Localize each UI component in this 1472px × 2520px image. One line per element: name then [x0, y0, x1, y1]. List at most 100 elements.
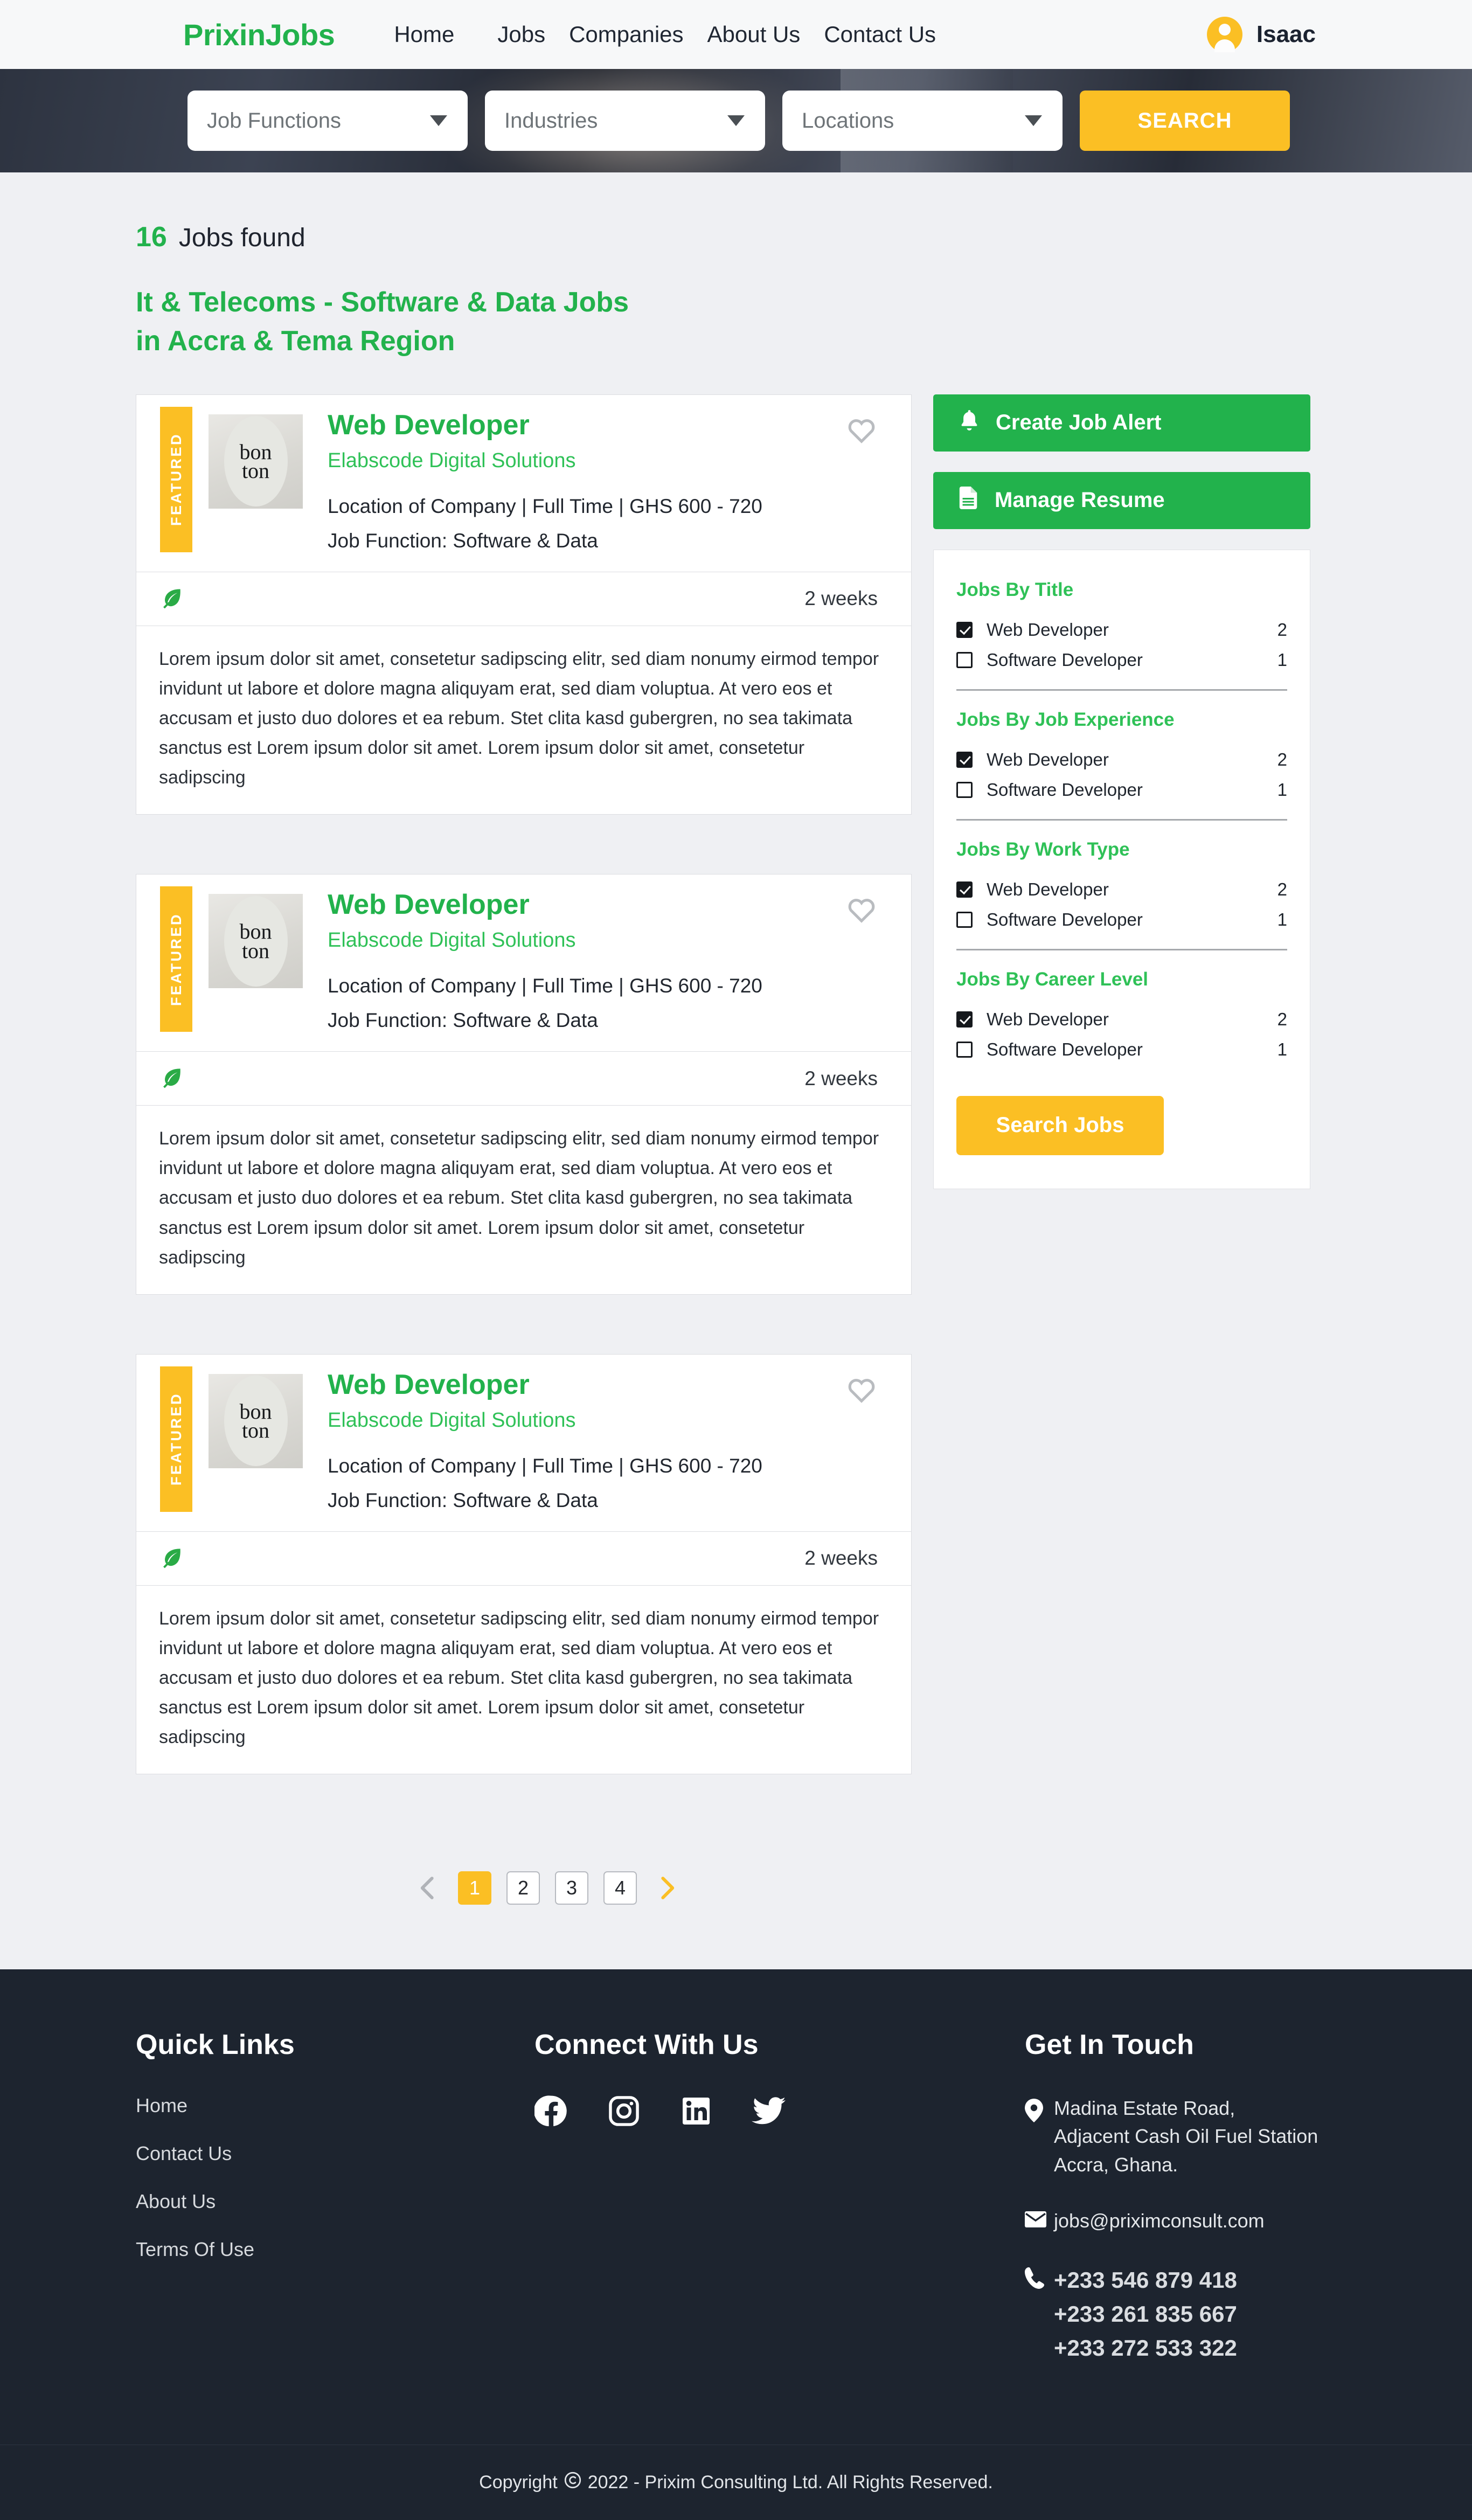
create-job-alert-label: Create Job Alert [996, 411, 1162, 434]
twitter-icon[interactable] [752, 2095, 786, 2129]
filter-option[interactable]: Software Developer 1 [956, 645, 1287, 675]
job-company[interactable]: Elabscode Digital Solutions [328, 929, 911, 952]
footer-get-in-touch: Get In Touch Madina Estate Road, Adjacen… [1025, 2029, 1336, 2393]
user-menu[interactable]: Isaac [1206, 17, 1316, 52]
search-jobs-button[interactable]: Search Jobs [956, 1095, 1164, 1155]
save-job-heart-icon[interactable] [846, 895, 877, 926]
avatar[interactable] [1206, 17, 1242, 52]
footer-email-row[interactable]: jobs@priximconsult.com [1025, 2207, 1336, 2235]
copyright-icon [564, 2472, 581, 2494]
copyright-bar: Copyright 2022 - Prixim Consulting Ltd. … [0, 2444, 1472, 2520]
results-count: 16 [136, 221, 167, 253]
filter-option-label: Software Developer [987, 649, 1143, 670]
job-title[interactable]: Web Developer [328, 889, 911, 920]
job-card[interactable]: FEATURED bon ton Web Developer Elabscode… [136, 874, 912, 1295]
job-title[interactable]: Web Developer [328, 409, 911, 441]
job-title[interactable]: Web Developer [328, 1369, 911, 1400]
phone-icon [1025, 2263, 1054, 2292]
filter-group-jobs-by-work-type: Jobs By Work Type Web Developer 2 Softwa… [956, 839, 1287, 935]
create-job-alert-button[interactable]: Create Job Alert [933, 394, 1310, 452]
checkbox-checked-icon[interactable] [956, 621, 973, 638]
job-card[interactable]: FEATURED bon ton Web Developer Elabscode… [136, 394, 912, 815]
nav-item-home[interactable]: Home [394, 22, 485, 47]
page-button-2[interactable]: 2 [506, 1871, 540, 1905]
footer-get-in-touch-title: Get In Touch [1025, 2029, 1194, 2061]
footer-connect-title: Connect With Us [534, 2029, 759, 2061]
footer-link-about-us[interactable]: About Us [136, 2190, 534, 2213]
results-header: 16 Jobs found It & Telecoms - Software &… [136, 172, 1336, 361]
nav-item-jobs[interactable]: Jobs [485, 22, 557, 47]
filter-option[interactable]: Web Developer 2 [956, 1004, 1287, 1035]
filter-option[interactable]: Web Developer 2 [956, 874, 1287, 905]
nav-item-companies[interactable]: Companies [557, 22, 695, 47]
footer-phone-row[interactable]: +233 546 879 418 +233 261 835 667 +233 2… [1025, 2263, 1336, 2365]
instagram-icon[interactable] [607, 2094, 641, 2130]
checkbox-checked-icon[interactable] [956, 1011, 973, 1028]
footer-link-home[interactable]: Home [136, 2094, 534, 2117]
save-job-heart-icon[interactable] [846, 1375, 877, 1406]
job-list: FEATURED bon ton Web Developer Elabscode… [136, 394, 912, 1834]
pagination: 1 2 3 4 [0, 1871, 1336, 1905]
checkbox-checked-icon[interactable] [956, 881, 973, 898]
job-function: Job Function: Software & Data [328, 529, 598, 552]
footer-link-terms-of-use[interactable]: Terms Of Use [136, 2238, 534, 2261]
hero-search-button[interactable]: SEARCH [1080, 91, 1290, 151]
filter-group-jobs-by-career-level: Jobs By Career Level Web Developer 2 Sof… [956, 969, 1287, 1065]
checkbox-unchecked-icon[interactable] [956, 781, 973, 798]
manage-resume-button[interactable]: Manage Resume [933, 471, 1310, 529]
footer-address-row: Madina Estate Road, Adjacent Cash Oil Fu… [1025, 2094, 1336, 2179]
job-card-body: Web Developer Elabscode Digital Solution… [303, 1366, 911, 1512]
job-functions-select[interactable]: Job Functions [188, 91, 468, 151]
filter-option[interactable]: Software Developer 1 [956, 775, 1287, 805]
company-logo: bon ton [209, 894, 303, 989]
job-functions-placeholder: Job Functions [207, 108, 342, 133]
company-logo: bon ton [209, 1373, 303, 1468]
previous-page-icon[interactable] [414, 1873, 443, 1903]
filter-option-count: 2 [1277, 1009, 1287, 1029]
job-description: Lorem ipsum dolor sit amet, consetetur s… [159, 1608, 879, 1748]
page-button-3[interactable]: 3 [555, 1871, 588, 1905]
footer-link-contact-us[interactable]: Contact Us [136, 2142, 534, 2165]
filter-option[interactable]: Software Developer 1 [956, 1035, 1287, 1065]
site-logo[interactable]: PrixinJobs [183, 17, 335, 52]
save-job-heart-icon[interactable] [846, 415, 877, 446]
filter-group-title: Jobs By Title [956, 579, 1074, 600]
job-company[interactable]: Elabscode Digital Solutions [328, 1409, 911, 1432]
checkbox-unchecked-icon[interactable] [956, 1041, 973, 1058]
filter-option[interactable]: Software Developer 1 [956, 905, 1287, 935]
page-button-1[interactable]: 1 [458, 1871, 491, 1905]
footer-connect: Connect With Us [533, 2029, 1025, 2393]
eco-leaf-icon [160, 586, 184, 612]
job-meta: Location of Company | Full Time | GHS 60… [328, 1454, 762, 1477]
industries-select[interactable]: Industries [485, 91, 765, 151]
next-page-icon[interactable] [652, 1873, 681, 1903]
divider [956, 948, 1287, 950]
company-logo-line2: ton [241, 938, 270, 963]
filter-option-label: Web Developer [987, 749, 1109, 769]
linkedin-icon[interactable] [680, 2095, 712, 2130]
eco-leaf-icon [160, 1545, 184, 1572]
filter-option-count: 1 [1277, 649, 1287, 670]
facebook-icon[interactable] [533, 2094, 568, 2130]
filter-option[interactable]: Web Developer 2 [956, 745, 1287, 775]
job-posted-time: 2 weeks [804, 1067, 878, 1089]
nav-item-about-us[interactable]: About Us [696, 22, 813, 47]
page-button-4[interactable]: 4 [603, 1871, 637, 1905]
job-company[interactable]: Elabscode Digital Solutions [328, 449, 911, 473]
filter-option[interactable]: Web Developer 2 [956, 615, 1287, 645]
featured-badge-label: FEATURED [168, 433, 184, 526]
top-navigation-bar: PrixinJobs Home Jobs Companies About Us … [0, 0, 1472, 69]
checkbox-unchecked-icon[interactable] [956, 651, 973, 668]
nav-item-contact-us[interactable]: Contact Us [812, 22, 948, 47]
locations-select[interactable]: Locations [782, 91, 1063, 151]
job-card[interactable]: FEATURED bon ton Web Developer Elabscode… [136, 1353, 912, 1775]
job-function: Job Function: Software & Data [328, 1009, 598, 1032]
eco-leaf-icon [160, 1065, 184, 1092]
filter-group-jobs-by-job-experience: Jobs By Job Experience Web Developer 2 S… [956, 709, 1287, 805]
filter-option-label: Software Developer [987, 779, 1143, 800]
checkbox-unchecked-icon[interactable] [956, 911, 973, 928]
job-posted-time: 2 weeks [804, 587, 878, 610]
checkbox-checked-icon[interactable] [956, 751, 973, 768]
page-title-line1: It & Telecoms - Software & Data Jobs [136, 287, 629, 318]
chevron-down-icon [1025, 115, 1042, 126]
